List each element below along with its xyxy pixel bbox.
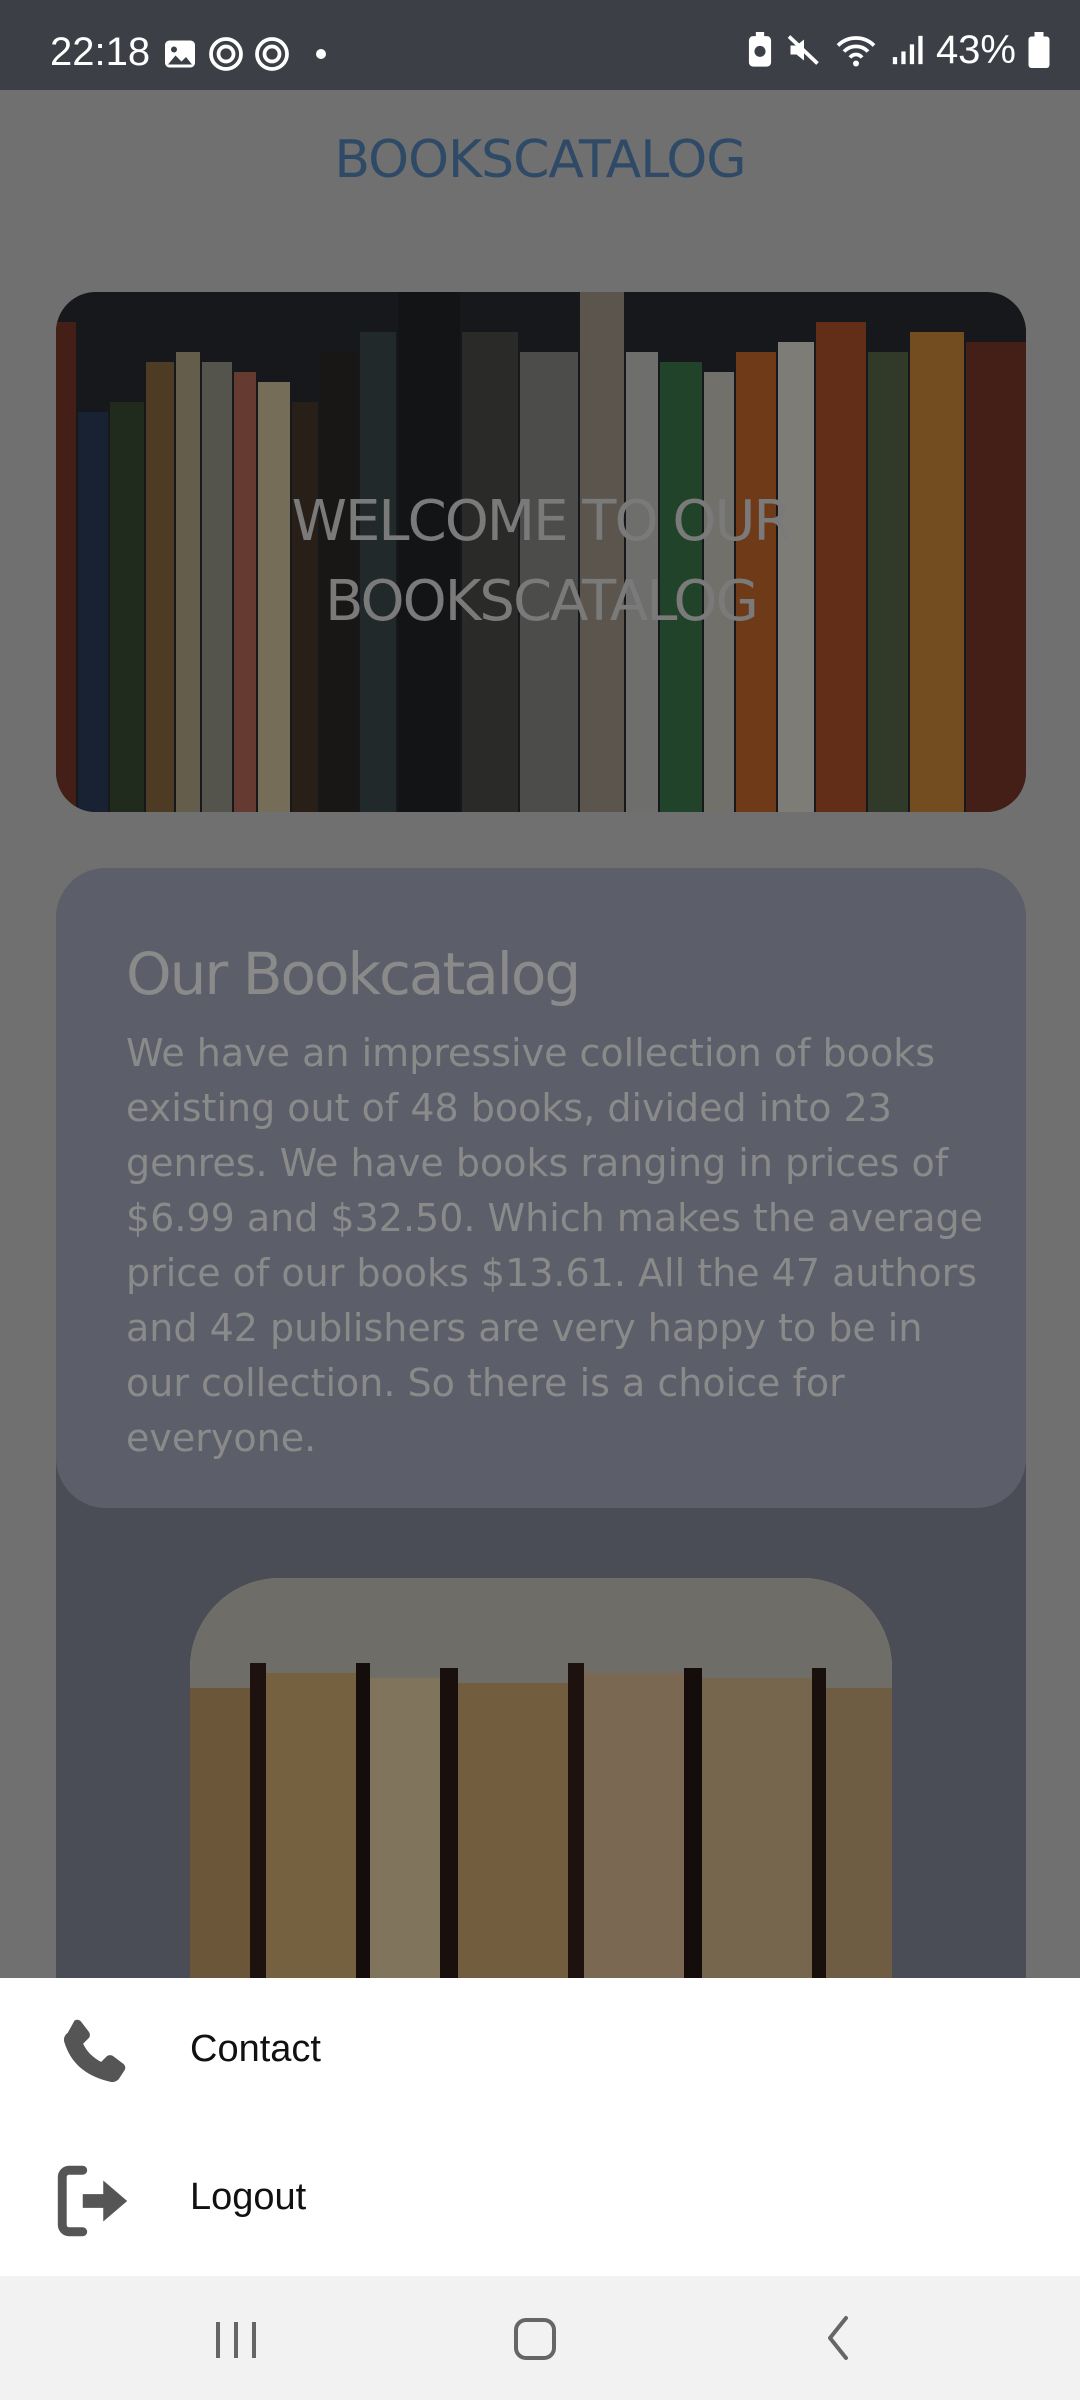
app-title: BOOKSCATALOG xyxy=(334,130,746,190)
gallery-icon xyxy=(165,40,195,68)
hero-title-line2: BOOKSCATALOG xyxy=(325,569,759,634)
menu-item-contact[interactable]: Contact xyxy=(0,1978,1080,2126)
navigation-bar xyxy=(0,2276,1080,2400)
catalog-info-card: Our Bookcatalog We have an impressive co… xyxy=(56,868,1026,1508)
app-screen: BOOKSCATALOG WELCOME TO OUR BOOKSCATALOG… xyxy=(0,90,1080,1978)
logout-label: Logout xyxy=(190,2176,307,2218)
status-bar: 22:18 43% xyxy=(0,0,1080,90)
battery-icon xyxy=(1028,32,1050,68)
menu-item-logout[interactable]: Logout xyxy=(0,2126,1080,2274)
bottom-sheet-menu: Contact Logout xyxy=(0,1978,1080,2276)
system-icons: 43% xyxy=(746,27,1050,72)
notification-dot xyxy=(316,49,326,59)
card-title: Our Bookcatalog xyxy=(126,940,581,1008)
contact-label: Contact xyxy=(190,2028,321,2070)
hero-title: WELCOME TO OUR BOOKSCATALOG xyxy=(56,482,1026,642)
phone-icon xyxy=(63,2019,126,2083)
signal-icon xyxy=(892,35,923,65)
hero-title-line1: WELCOME TO OUR xyxy=(291,489,793,554)
home-icon[interactable] xyxy=(496,2306,576,2370)
recent-apps-icon[interactable] xyxy=(196,2306,276,2370)
battery-percentage: 43% xyxy=(935,27,1016,72)
back-icon[interactable] xyxy=(800,2306,880,2370)
books-image xyxy=(190,1578,892,1978)
threads-icon xyxy=(255,37,289,71)
threads-icon xyxy=(209,37,243,71)
battery-saver-icon xyxy=(748,32,772,67)
books-photo xyxy=(190,1578,892,1978)
card-description: We have an impressive collection of book… xyxy=(126,1031,984,1460)
notification-icons xyxy=(162,34,326,74)
logout-icon xyxy=(57,2165,128,2237)
hero-banner: WELCOME TO OUR BOOKSCATALOG xyxy=(56,292,1026,812)
status-time: 22:18 xyxy=(50,30,151,74)
mute-icon xyxy=(787,35,819,65)
wifi-icon xyxy=(836,36,876,67)
